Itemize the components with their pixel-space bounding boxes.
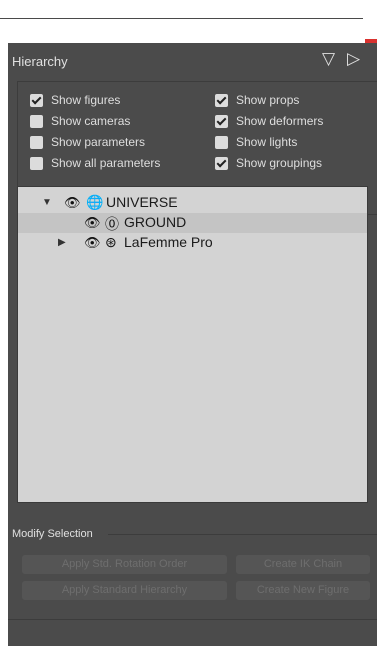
show-figures-checkbox[interactable] xyxy=(30,93,43,107)
panel-title: Hierarchy xyxy=(12,54,68,69)
universe-icon: 🌐 xyxy=(86,194,104,210)
hierarchy-dialog: Hierarchy ▽ ▷ Show figures Show props Sh… xyxy=(8,43,377,646)
apply-std-rotation-order-button[interactable]: Apply Std. Rotation Order xyxy=(22,555,227,574)
show-lights-option[interactable]: Show lights xyxy=(215,134,297,150)
create-new-figure-button[interactable]: Create New Figure xyxy=(236,581,370,600)
modify-selection-title: Modify Selection xyxy=(12,528,93,540)
show-cameras-option[interactable]: Show cameras xyxy=(30,113,130,129)
modify-selection-group: Modify Selection Apply Std. Rotation Ord… xyxy=(8,526,377,616)
expand-triangle-icon[interactable]: ▷ xyxy=(347,49,360,69)
modify-divider xyxy=(108,534,377,535)
show-parameters-checkbox[interactable] xyxy=(30,135,43,149)
top-divider xyxy=(0,18,363,19)
show-groupings-option[interactable]: Show groupings xyxy=(215,155,322,171)
ground-icon: ⓪ xyxy=(105,216,119,232)
tree-item-label: UNIVERSE xyxy=(106,194,178,210)
tree-item-universe[interactable]: ▼ 👁 🌐 UNIVERSE xyxy=(18,193,367,213)
create-ik-chain-button[interactable]: Create IK Chain xyxy=(236,555,370,574)
show-lights-label: Show lights xyxy=(236,135,298,149)
show-props-label: Show props xyxy=(236,93,300,107)
show-figures-label: Show figures xyxy=(51,93,121,107)
apply-standard-hierarchy-button[interactable]: Apply Standard Hierarchy xyxy=(22,581,227,600)
show-deformers-label: Show deformers xyxy=(236,114,324,128)
show-groupings-checkbox[interactable] xyxy=(215,156,228,170)
show-groupings-label: Show groupings xyxy=(236,156,323,170)
eye-icon[interactable]: 👁 xyxy=(84,215,101,231)
show-all-parameters-option[interactable]: Show all parameters xyxy=(30,155,160,171)
show-deformers-checkbox[interactable] xyxy=(215,114,228,128)
expand-arrow-icon[interactable]: ▶ xyxy=(58,237,66,248)
show-props-option[interactable]: Show props xyxy=(215,92,299,108)
show-lights-checkbox[interactable] xyxy=(215,135,228,149)
tree-item-label: LaFemme Pro xyxy=(124,234,213,250)
show-all-parameters-checkbox[interactable] xyxy=(30,156,43,170)
panel-header: Hierarchy ▽ ▷ xyxy=(8,43,377,77)
eye-icon[interactable]: 👁 xyxy=(84,235,101,251)
show-cameras-label: Show cameras xyxy=(51,114,131,128)
show-all-parameters-label: Show all parameters xyxy=(51,156,161,170)
show-props-checkbox[interactable] xyxy=(215,93,228,107)
eye-icon[interactable]: 👁 xyxy=(64,195,81,211)
show-parameters-label: Show parameters xyxy=(51,135,146,149)
tree-item-lafemme-pro[interactable]: ▶ 👁 ⊛ LaFemme Pro xyxy=(18,233,367,253)
show-parameters-option[interactable]: Show parameters xyxy=(30,134,145,150)
tree-item-label: GROUND xyxy=(124,214,187,230)
hierarchy-tree[interactable]: ▼ 👁 🌐 UNIVERSE 👁 ⓪ GROUND ▶ 👁 ⊛ LaFemme … xyxy=(17,186,368,503)
show-deformers-option[interactable]: Show deformers xyxy=(215,113,323,129)
show-cameras-checkbox[interactable] xyxy=(30,114,43,128)
figure-icon: ⊛ xyxy=(105,234,117,250)
collapse-triangle-icon[interactable]: ▽ xyxy=(322,49,335,69)
show-figures-option[interactable]: Show figures xyxy=(30,92,120,108)
tree-item-ground[interactable]: 👁 ⓪ GROUND xyxy=(18,213,367,233)
collapse-arrow-icon[interactable]: ▼ xyxy=(42,197,52,208)
bottom-divider xyxy=(8,619,377,620)
